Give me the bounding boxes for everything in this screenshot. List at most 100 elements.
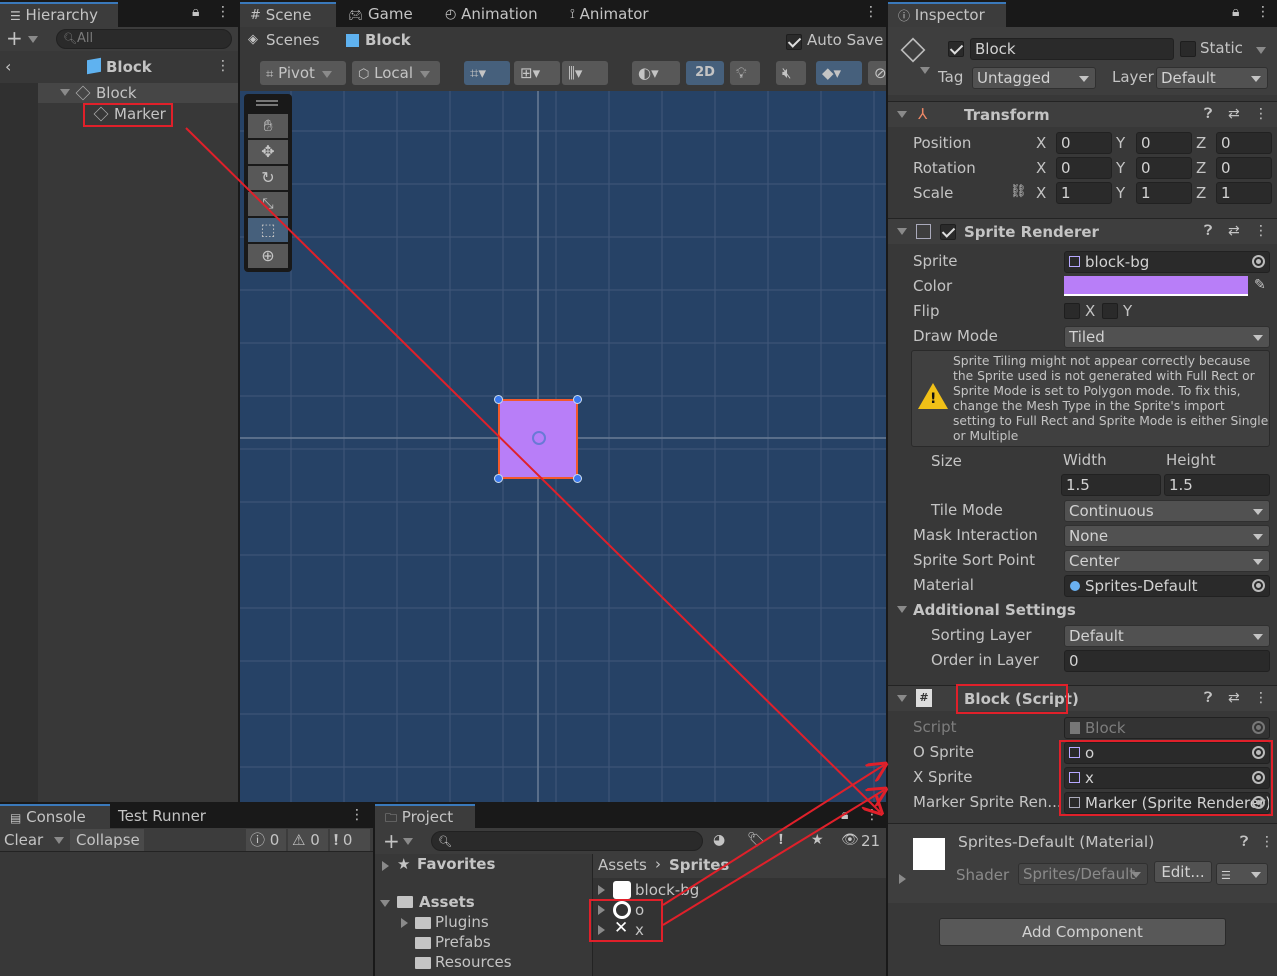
object-picker-icon[interactable] <box>1252 771 1265 784</box>
help-icon[interactable]: ❓︎ <box>1240 834 1248 850</box>
back-icon[interactable]: ‹ <box>5 57 11 76</box>
component-menu-icon[interactable]: ⋮ <box>1254 106 1268 122</box>
chevron-down-icon[interactable] <box>28 36 38 43</box>
tree-plugins[interactable]: Plugins <box>435 913 489 931</box>
rect-tool-button[interactable]: ⬚ <box>248 218 288 242</box>
tree-resources[interactable]: Resources <box>435 953 512 971</box>
tab-project[interactable]: 🗀 Project <box>375 804 475 828</box>
transform-scale-z-field[interactable]: 1 <box>1216 182 1272 204</box>
transform-rotation-z-field[interactable]: 0 <box>1216 157 1272 179</box>
grid-snap-button[interactable]: ⌗▾ <box>464 61 510 85</box>
tab-console[interactable]: ▤ Console <box>0 804 110 828</box>
material-field[interactable]: Sprites-Default <box>1064 575 1270 597</box>
color-swatch[interactable] <box>1064 276 1248 296</box>
component-menu-icon[interactable]: ⋮ <box>1254 690 1268 706</box>
flip-y-checkbox[interactable] <box>1102 303 1118 319</box>
height-field[interactable]: 1.5 <box>1164 474 1270 496</box>
chevron-down-icon[interactable] <box>403 838 413 845</box>
sorting-layer-dropdown[interactable]: Default <box>1064 625 1270 647</box>
log-count-button[interactable]: ⓘ 0 <box>246 829 286 851</box>
snap-increment-button[interactable]: ⊞▾ <box>514 61 560 85</box>
mask-interaction-dropdown[interactable]: None <box>1064 525 1270 547</box>
toggle-2d-button[interactable]: 2D <box>686 61 724 85</box>
file-x[interactable]: ✕ x <box>593 918 886 940</box>
more-menu-icon[interactable]: ⋮ <box>216 4 230 20</box>
transform-rotation-x-field[interactable]: 0 <box>1056 157 1112 179</box>
transform-position-z-field[interactable]: 0 <box>1216 132 1272 154</box>
component-menu-icon[interactable]: ⋮ <box>1260 834 1274 850</box>
shader-dropdown[interactable]: Sprites/Default <box>1018 863 1148 885</box>
search-by-importlog-icon[interactable]: ❗︎ <box>779 832 783 848</box>
scale-tool-button[interactable]: ⤡ <box>248 192 288 216</box>
file-o[interactable]: o <box>593 900 886 920</box>
tree-favorites[interactable]: Favorites <box>417 855 495 873</box>
tab-game[interactable]: 🎮︎ Game <box>338 2 423 27</box>
transform-position-y-field[interactable]: 0 <box>1136 132 1192 154</box>
transform-scale-x-field[interactable]: 1 <box>1056 182 1112 204</box>
sprite-field[interactable]: block-bg <box>1064 251 1270 273</box>
eyedropper-icon[interactable]: ✎ <box>1254 277 1266 293</box>
clear-button[interactable]: Clear <box>4 831 43 849</box>
block-script-header[interactable]: # Block (Script) ❓︎ ⇄ ⋮ <box>888 685 1277 711</box>
object-picker-icon[interactable] <box>1252 255 1265 268</box>
add-icon[interactable]: + <box>383 829 400 853</box>
presets-icon[interactable]: ⇄ <box>1228 223 1240 239</box>
audio-toggle-button[interactable]: 🔇︎ <box>776 61 806 85</box>
more-menu-icon[interactable]: ⋮ <box>864 4 878 20</box>
expand-arrow-icon[interactable] <box>598 925 605 935</box>
rect-handle-tl[interactable] <box>494 395 503 404</box>
add-icon[interactable]: + <box>6 27 23 49</box>
lock-icon[interactable]: 🔒︎ <box>841 807 848 823</box>
tree-assets[interactable]: Assets <box>419 893 475 911</box>
help-icon[interactable]: ❓︎ <box>1204 223 1212 239</box>
chevron-down-icon[interactable] <box>920 67 930 74</box>
collapse-arrow-icon[interactable] <box>897 111 907 118</box>
edit-shader-button[interactable]: Edit... <box>1154 861 1212 883</box>
expand-arrow-icon[interactable] <box>899 874 906 884</box>
clear-options-icon[interactable] <box>54 837 64 844</box>
more-menu-icon[interactable]: ⋮ <box>865 807 879 823</box>
collapse-arrow-icon[interactable] <box>897 606 907 613</box>
tab-hierarchy[interactable]: ☰ Hierarchy <box>0 2 118 27</box>
search-by-label-icon[interactable]: 🏷︎ <box>747 832 765 848</box>
breadcrumb-scenes[interactable]: Scenes <box>266 31 320 49</box>
flip-x-checkbox[interactable] <box>1064 303 1080 319</box>
hierarchy-search-input[interactable]: 🔍︎ All <box>56 29 232 49</box>
lock-icon[interactable]: 🔒︎ <box>192 4 199 20</box>
auto-save-checkbox[interactable] <box>786 34 802 50</box>
hand-tool-button[interactable]: ✋︎ <box>248 114 288 138</box>
scene-menu-icon[interactable]: ⋮ <box>216 58 230 74</box>
collapse-button[interactable]: Collapse <box>70 829 144 851</box>
effects-toggle-button[interactable]: ◆▾ <box>816 61 862 85</box>
scene-visibility-button[interactable]: ⊘ <box>868 61 886 85</box>
transform-position-x-field[interactable]: 0 <box>1056 132 1112 154</box>
breadcrumb-assets[interactable]: Assets <box>598 856 647 874</box>
static-checkbox[interactable] <box>1180 41 1196 57</box>
x-sprite-field[interactable]: x <box>1064 767 1270 789</box>
more-menu-icon[interactable]: ⋮ <box>1256 4 1270 20</box>
warning-count-button[interactable]: ⚠ 0 <box>288 829 328 851</box>
eye-icon[interactable]: 👁︎ <box>841 832 859 848</box>
local-dropdown[interactable]: ⬡ Local <box>352 61 440 85</box>
sort-point-dropdown[interactable]: Center <box>1064 550 1270 572</box>
presets-icon[interactable]: ⇄ <box>1228 106 1240 122</box>
more-menu-icon[interactable]: ⋮ <box>350 807 364 823</box>
expand-arrow-icon[interactable] <box>401 918 408 928</box>
scene-block-object[interactable] <box>494 395 582 483</box>
tab-scene[interactable]: # Scene <box>240 2 336 27</box>
rotate-tool-button[interactable]: ↻ <box>248 166 288 190</box>
object-picker-icon[interactable] <box>1252 796 1265 809</box>
chevron-down-icon[interactable] <box>1256 47 1266 54</box>
favorite-icon[interactable]: ★ <box>811 832 824 848</box>
pivot-handle[interactable] <box>532 431 546 445</box>
o-sprite-field[interactable]: o <box>1064 742 1270 764</box>
active-checkbox[interactable] <box>948 41 964 57</box>
draw-mode-dropdown[interactable]: Tiled <box>1064 326 1270 348</box>
project-search-input[interactable]: 🔍︎ <box>431 831 703 851</box>
collapse-arrow-icon[interactable] <box>897 228 907 235</box>
expand-arrow-icon[interactable] <box>598 885 605 895</box>
error-count-button[interactable]: ❗︎ 0 <box>330 829 370 851</box>
transform-header[interactable]: ⅄ Transform ❓︎ ⇄ ⋮ <box>888 101 1277 127</box>
tab-inspector[interactable]: ⓘ Inspector <box>888 2 1006 27</box>
rect-handle-bl[interactable] <box>494 474 503 483</box>
